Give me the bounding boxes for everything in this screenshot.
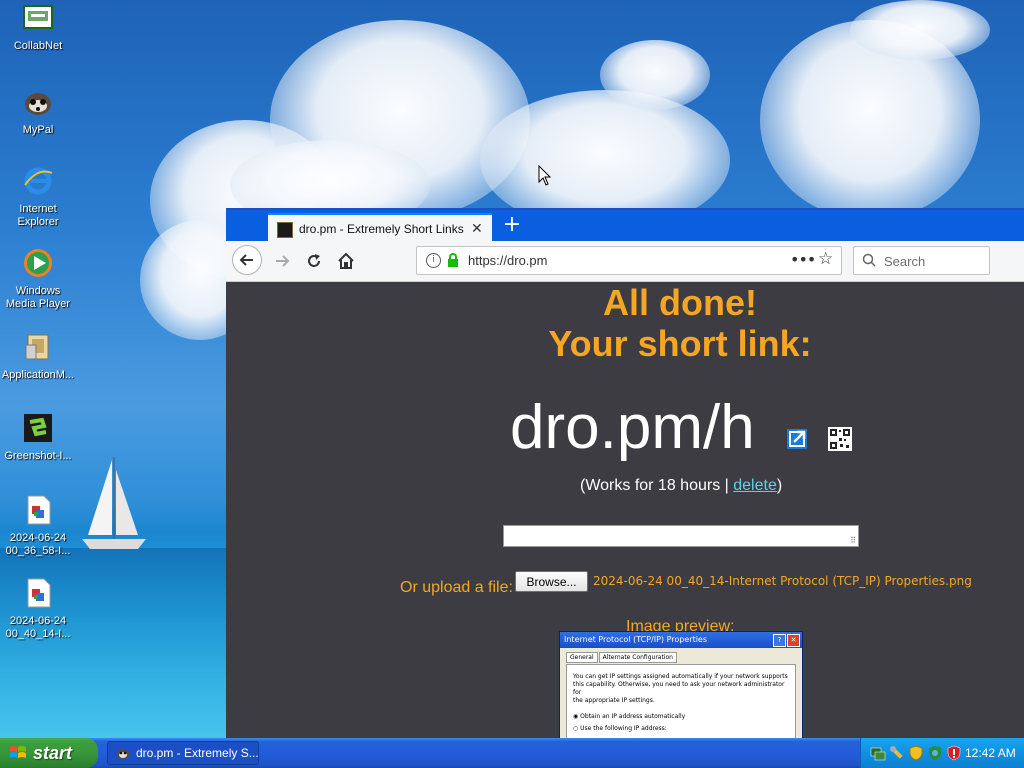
image-file-icon xyxy=(27,495,51,525)
mypal-icon xyxy=(25,93,51,115)
expiry-prefix: (Works for 18 hours | xyxy=(580,477,734,494)
address-bar[interactable]: i https://dro.pm ••• ☆ xyxy=(416,246,842,275)
desktop-icon-collabnet[interactable]: CollabNet xyxy=(0,2,76,53)
preview-option-label: Obtain an IP address automatically xyxy=(580,713,686,720)
delete-link[interactable]: delete xyxy=(733,477,777,494)
image-file-icon xyxy=(27,578,51,608)
start-label: start xyxy=(33,743,73,763)
update-icon[interactable] xyxy=(927,745,943,761)
preview-text: You can get IP settings assigned automat… xyxy=(573,673,788,680)
upload-label: Or upload a file: xyxy=(400,579,513,596)
site-favicon-icon xyxy=(277,222,293,238)
new-tab-button[interactable]: + xyxy=(500,213,524,239)
selected-file-name: 2024-06-24 00_40_14-Internet Protocol (T… xyxy=(593,574,972,588)
preview-body: You can get IP settings assigned automat… xyxy=(566,664,796,738)
close-icon: ✕ xyxy=(787,634,800,647)
qr-code-icon[interactable] xyxy=(828,427,852,451)
navigation-bar: i https://dro.pm ••• ☆ xyxy=(226,241,1024,282)
sailboat-image xyxy=(82,457,146,549)
preview-option: ◉ Obtain an IP address automatically xyxy=(573,713,686,720)
tab-close-icon[interactable]: ✕ xyxy=(471,221,483,237)
headline-short-link: Your short link: xyxy=(548,323,812,364)
desktop-icon-image-file-2[interactable]: 2024-06-24 00_40_14-I... xyxy=(0,577,76,641)
desktop-icon-internet-explorer[interactable]: Internet Explorer xyxy=(0,165,76,229)
preview-tab: Alternate Configuration xyxy=(598,652,677,663)
search-bar[interactable] xyxy=(853,246,990,275)
preview-title-text: Internet Protocol (TCP/IP) Properties xyxy=(564,635,708,644)
short-link-text[interactable]: dro.pm/h xyxy=(510,392,755,463)
desktop-icon-application[interactable]: ApplicationM... xyxy=(0,331,76,382)
windows-media-player-icon xyxy=(24,249,52,277)
tab-title: dro.pm - Extremely Short Links xyxy=(299,222,464,236)
start-button[interactable]: start xyxy=(0,738,98,768)
cloud xyxy=(600,40,710,110)
internet-explorer-icon xyxy=(24,167,53,195)
image-preview: Internet Protocol (TCP/IP) Properties? ✕ … xyxy=(559,631,803,738)
help-icon: ? xyxy=(773,634,786,647)
home-button[interactable] xyxy=(332,247,360,275)
security-shield-icon[interactable] xyxy=(908,745,924,761)
preview-tab: General xyxy=(566,652,598,663)
forward-button[interactable] xyxy=(268,247,296,275)
back-button[interactable] xyxy=(232,245,262,275)
desktop-icon-mypal[interactable]: MyPal xyxy=(0,86,76,137)
desktop-icon-label: MyPal xyxy=(22,124,54,136)
taskbar-item-label: dro.pm - Extremely S... xyxy=(136,746,259,760)
tab-bar: dro.pm - Extremely Short Links ✕ + xyxy=(226,208,1024,243)
page-actions-icon[interactable]: ••• xyxy=(790,250,816,269)
desktop-icon-label: 2024-06-24 00_40_14-I... xyxy=(5,615,71,640)
tab-dro-pm[interactable]: dro.pm - Extremely Short Links ✕ xyxy=(268,213,492,243)
desktop-icon-greenshot[interactable]: Greenshot-I... xyxy=(0,412,76,463)
link-expiry-text: (Works for 18 hours | delete) xyxy=(580,477,782,495)
clock[interactable]: 12:42 AM xyxy=(965,738,1016,768)
reload-icon xyxy=(308,254,320,267)
preview-text: the appropriate IP settings. xyxy=(573,697,655,704)
info-icon[interactable]: i xyxy=(426,253,441,268)
desktop-icon-label: Greenshot-I... xyxy=(4,450,72,462)
search-icon xyxy=(862,253,876,267)
desktop-icon-image-file-1[interactable]: 2024-06-24 00_36_58-I... xyxy=(0,494,76,558)
reload-button[interactable] xyxy=(300,247,328,275)
system-tray: 12:42 AM xyxy=(860,738,1024,768)
mypal-icon xyxy=(117,749,129,759)
browser-window: dro.pm - Extremely Short Links ✕ + i htt… xyxy=(226,208,1024,738)
resize-grip-icon[interactable]: ⠿ xyxy=(850,536,856,545)
desktop-icon-label: 2024-06-24 00_36_58-I... xyxy=(5,532,71,557)
collabnet-icon xyxy=(23,5,53,29)
preview-option-label: Use the following IP address: xyxy=(580,725,667,732)
desktop-icon-label: Internet Explorer xyxy=(17,203,59,228)
arrow-right-icon xyxy=(276,255,290,267)
windows-logo-icon xyxy=(10,746,26,758)
mouse-cursor-icon xyxy=(538,165,552,186)
bookmark-star-icon[interactable]: ☆ xyxy=(818,249,833,269)
lock-icon xyxy=(448,253,458,267)
page-content: All done! Your short link: dro.pm/h (Wor… xyxy=(226,282,1024,738)
tools-icon[interactable] xyxy=(889,745,905,761)
url-text: https://dro.pm xyxy=(468,253,548,268)
browse-button[interactable]: Browse... xyxy=(515,571,588,592)
home-icon xyxy=(338,252,354,269)
preview-dialog-title: Internet Protocol (TCP/IP) Properties? ✕ xyxy=(560,632,802,648)
cloud xyxy=(850,0,990,60)
desktop: CollabNet MyPal Internet Explorer Window… xyxy=(0,0,1024,738)
network-icon[interactable] xyxy=(870,745,886,761)
security-alert-icon[interactable] xyxy=(946,745,962,761)
preview-tabs: General Alternate Configuration xyxy=(566,652,678,663)
desktop-icon-label: Windows Media Player xyxy=(5,285,71,310)
taskbar-item-browser[interactable]: dro.pm - Extremely S... xyxy=(107,741,259,765)
arrow-left-icon xyxy=(239,254,253,266)
application-icon xyxy=(25,334,49,360)
expiry-suffix: ) xyxy=(776,477,783,494)
headline-all-done: All done! xyxy=(603,282,757,323)
desktop-icon-label: ApplicationM... xyxy=(1,369,75,381)
search-input[interactable] xyxy=(882,251,986,271)
preview-option: ○ Use the following IP address: xyxy=(573,725,667,732)
taskbar: start dro.pm - Extremely S... 12:42 AM xyxy=(0,738,1024,768)
text-input-area[interactable]: ⠿ xyxy=(503,525,859,547)
desktop-icon-windows-media-player[interactable]: Windows Media Player xyxy=(0,247,76,311)
preview-text: this capability. Otherwise, you need to … xyxy=(573,681,785,696)
greenshot-icon xyxy=(24,414,52,442)
desktop-icon-label: CollabNet xyxy=(13,40,63,52)
open-external-icon[interactable] xyxy=(786,426,810,450)
